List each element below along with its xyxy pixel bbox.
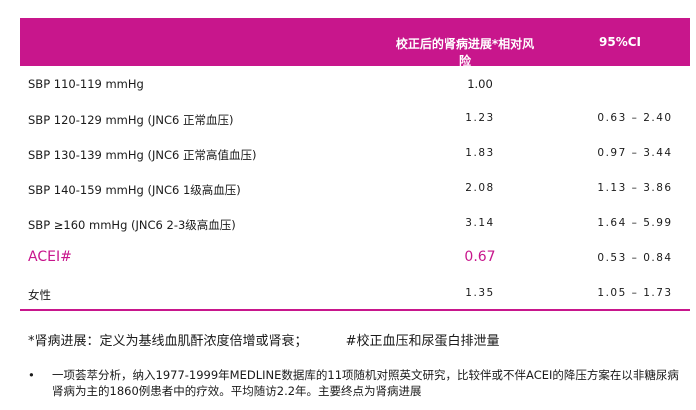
- table-row: SBP 120-129 mmHg (JNC6 正常血压) 1.23 0.63 –…: [20, 101, 690, 136]
- row-label: SBP 120-129 mmHg (JNC6 正常血压): [28, 113, 234, 127]
- row-relative-risk: 1.00: [467, 77, 493, 91]
- row-relative-risk: 3.14: [465, 217, 495, 229]
- bullet-text: 一项荟萃分析，纳入1977-1999年MEDLINE数据库的11项随机对照英文研…: [52, 368, 679, 398]
- row-relative-risk: 0.67: [464, 249, 496, 265]
- table-row: SBP 110-119 mmHg 1.00: [20, 66, 690, 101]
- table-row: SBP 130-139 mmHg (JNC6 正常高值血压) 1.83 0.97…: [20, 136, 690, 171]
- bullet-dot-icon: •: [28, 368, 35, 382]
- row-ci: 1.13 – 3.86: [597, 182, 673, 194]
- table-row: SBP ≥160 mmHg (JNC6 2-3级高血压) 3.14 1.64 –…: [20, 206, 690, 241]
- header-relative-risk: 校正后的肾病进展*相对风险: [395, 37, 535, 68]
- table-row: SBP 140-159 mmHg (JNC6 1级高血压) 2.08 1.13 …: [20, 171, 690, 206]
- table-header: 校正后的肾病进展*相对风险 95%CI: [20, 18, 690, 68]
- row-relative-risk: 1.83: [465, 147, 495, 159]
- row-ci: 0.97 – 3.44: [597, 147, 673, 159]
- row-label: SBP 110-119 mmHg: [28, 77, 144, 91]
- row-label: SBP ≥160 mmHg (JNC6 2-3级高血压): [28, 218, 236, 232]
- row-relative-risk: 1.23: [465, 112, 495, 124]
- row-ci: 0.63 – 2.40: [597, 112, 673, 124]
- table-row: 女性 1.35 1.05 – 1.73: [20, 276, 690, 311]
- footnote-renal-progression: *肾病进展：定义为基线血肌酐浓度倍增或肾衰；: [28, 334, 308, 349]
- row-label: ACEI#: [28, 249, 72, 265]
- row-relative-risk: 2.08: [465, 182, 495, 194]
- row-relative-risk: 1.35: [465, 287, 495, 299]
- row-ci: 0.53 – 0.84: [597, 252, 673, 264]
- row-ci: 1.64 – 5.99: [597, 217, 673, 229]
- row-label: SBP 140-159 mmHg (JNC6 1级高血压): [28, 183, 241, 197]
- row-label: SBP 130-139 mmHg (JNC6 正常高值血压): [28, 148, 257, 162]
- row-ci: 1.05 – 1.73: [597, 287, 673, 299]
- row-label: 女性: [28, 288, 51, 302]
- footnotes: *肾病进展：定义为基线血肌酐浓度倍增或肾衰； #校正血压和尿蛋白排泄量: [28, 330, 534, 349]
- risk-table: 校正后的肾病进展*相对风险 95%CI SBP 110-119 mmHg 1.0…: [20, 18, 690, 311]
- footnote-adjustment: #校正血压和尿蛋白排泄量: [345, 334, 500, 349]
- header-ci: 95%CI: [599, 35, 641, 49]
- table-row-acei: ACEI# 0.67 0.53 – 0.84: [20, 241, 690, 276]
